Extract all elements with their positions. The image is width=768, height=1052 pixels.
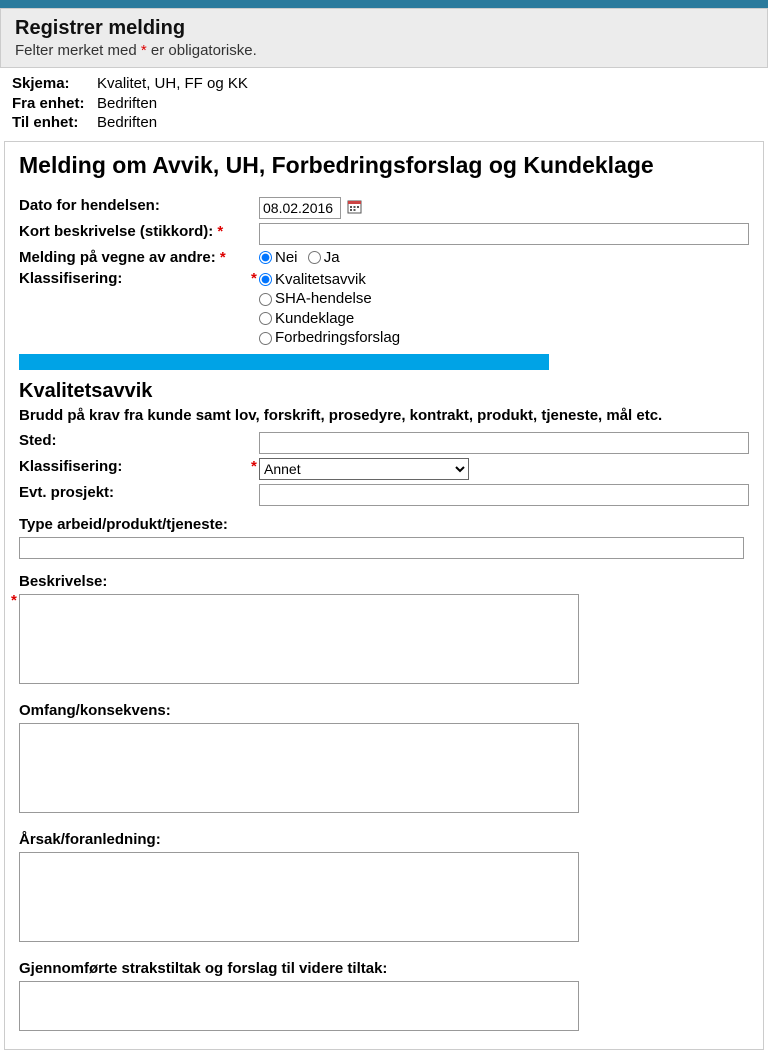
- required-star: *: [11, 592, 17, 609]
- form-fields-table: Dato for hendelsen: K: [19, 195, 749, 350]
- to-unit-value: Bedriften: [97, 113, 157, 133]
- schema-label: Skjema:: [12, 74, 97, 94]
- to-unit-label: Til enhet:: [12, 113, 97, 133]
- form-container: Melding om Avvik, UH, Forbedringsforslag…: [4, 141, 764, 1050]
- type-arbeid-label: Type arbeid/produkt/tjeneste:: [19, 516, 749, 533]
- radio-yes-label[interactable]: Ja: [308, 249, 340, 266]
- schema-value: Kvalitet, UH, FF og KK: [97, 74, 248, 94]
- radio-yes-text: Ja: [324, 249, 340, 266]
- beskrivelse-textarea[interactable]: [19, 594, 579, 684]
- radio-sha[interactable]: [259, 293, 272, 306]
- page-subtitle: Felter merket med * er obligatoriske.: [15, 42, 753, 59]
- short-desc-label: Kort beskrivelse (stikkord):: [19, 223, 213, 240]
- page-title: Registrer melding: [15, 17, 753, 40]
- radio-forbedring-text: Forbedringsforslag: [275, 329, 400, 346]
- radio-no-text: Nei: [275, 249, 298, 266]
- required-star: *: [251, 458, 257, 475]
- strakstiltak-label: Gjennomførte strakstiltak og forslag til…: [19, 960, 749, 977]
- page-header: Registrer melding Felter merket med * er…: [0, 8, 768, 68]
- radio-forbedring[interactable]: [259, 332, 272, 345]
- radio-yes[interactable]: [308, 251, 321, 264]
- short-desc-input[interactable]: [259, 223, 749, 245]
- sted-input[interactable]: [259, 432, 749, 454]
- required-star: *: [220, 249, 226, 266]
- on-behalf-label: Melding på vegne av andre:: [19, 249, 216, 266]
- klassifisering-label: Klassifisering:: [19, 458, 122, 475]
- from-unit-value: Bedriften: [97, 94, 157, 114]
- window-top-bar: [0, 0, 768, 8]
- prosjekt-label: Evt. prosjekt:: [19, 482, 259, 508]
- section-divider-bar: [19, 354, 549, 370]
- omfang-textarea[interactable]: [19, 723, 579, 813]
- beskrivelse-label: Beskrivelse:: [19, 573, 749, 590]
- radio-kvalitetsavvik-text: Kvalitetsavvik: [275, 271, 366, 288]
- radio-kundeklage[interactable]: [259, 312, 272, 325]
- required-star: *: [217, 223, 223, 240]
- klassifisering-select[interactable]: Annet: [259, 458, 469, 480]
- radio-kundeklage-text: Kundeklage: [275, 310, 354, 327]
- from-unit-label: Fra enhet:: [12, 94, 97, 114]
- radio-sha-text: SHA-hendelse: [275, 290, 372, 307]
- arsak-label: Årsak/foranledning:: [19, 831, 749, 848]
- form-title: Melding om Avvik, UH, Forbedringsforslag…: [19, 152, 749, 179]
- radio-sha-label[interactable]: SHA-hendelse: [259, 289, 749, 309]
- sted-label: Sted:: [19, 430, 259, 456]
- subtitle-post: er obligatoriske.: [147, 42, 257, 59]
- strakstiltak-textarea[interactable]: [19, 981, 579, 1031]
- type-arbeid-input[interactable]: [19, 537, 744, 559]
- calendar-icon[interactable]: [347, 199, 362, 218]
- date-input[interactable]: [259, 197, 341, 219]
- radio-kundeklage-label[interactable]: Kundeklage: [259, 309, 749, 329]
- radio-no[interactable]: [259, 251, 272, 264]
- omfang-label: Omfang/konsekvens:: [19, 702, 749, 719]
- section-title: Kvalitetsavvik: [19, 380, 749, 403]
- section-fields-table: Sted: Klassifisering: * Annet Evt. prosj…: [19, 430, 749, 508]
- radio-kvalitetsavvik-label[interactable]: Kvalitetsavvik: [259, 270, 749, 290]
- classification-label: Klassifisering:: [19, 270, 122, 287]
- meta-info: Skjema: Kvalitet, UH, FF og KK Fra enhet…: [0, 68, 768, 139]
- section-description: Brudd på krav fra kunde samt lov, forskr…: [19, 407, 749, 424]
- subtitle-pre: Felter merket med: [15, 42, 141, 59]
- radio-no-label[interactable]: Nei: [259, 249, 298, 266]
- prosjekt-input[interactable]: [259, 484, 749, 506]
- radio-forbedring-label[interactable]: Forbedringsforslag: [259, 328, 749, 348]
- radio-kvalitetsavvik[interactable]: [259, 273, 272, 286]
- required-star: *: [251, 270, 257, 287]
- arsak-textarea[interactable]: [19, 852, 579, 942]
- date-label: Dato for hendelsen:: [19, 195, 259, 221]
